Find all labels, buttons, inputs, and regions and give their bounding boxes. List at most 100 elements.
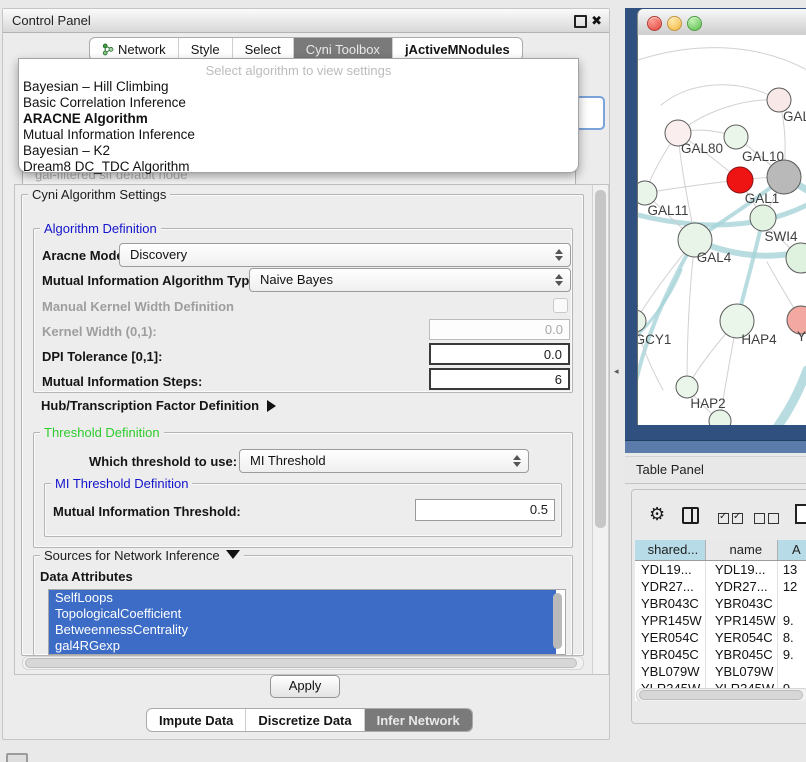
table-cell: 8. xyxy=(778,629,806,646)
close-panel-icon[interactable]: ✖ xyxy=(591,15,602,26)
table-cell: YDL19... xyxy=(635,561,706,578)
node-label-swi4: SWI4 xyxy=(764,229,797,244)
table-row[interactable]: YDR27...YDR27...12 xyxy=(635,578,806,595)
table-row[interactable]: YBR043CYBR043C xyxy=(635,595,806,612)
mi-steps-label: Mutual Information Steps: xyxy=(42,374,202,389)
mi-threshold-definition-title: MI Threshold Definition xyxy=(51,476,192,491)
table-cell: YBR045C xyxy=(635,646,706,663)
tab-style[interactable]: Style xyxy=(178,38,232,60)
close-window-icon[interactable] xyxy=(647,16,662,31)
mi-steps-field[interactable]: 6 xyxy=(429,368,570,390)
algorithm-combo-fragment[interactable] xyxy=(575,96,605,130)
which-threshold-label: Which threshold to use: xyxy=(89,454,237,469)
select-all-columns-icon[interactable] xyxy=(718,512,746,527)
network-window-titlebar[interactable] xyxy=(637,9,806,36)
table-cell: 9. xyxy=(778,612,806,629)
cyni-algorithm-settings-group: Cyni Algorithm Settings Algorithm Defini… xyxy=(21,194,584,656)
network-edge[interactable] xyxy=(759,370,806,425)
bottom-tab-bar: Impute DataDiscretize DataInfer Network xyxy=(146,708,473,732)
network-node[interactable] xyxy=(767,160,801,194)
aracne-mode-combo[interactable]: Discovery xyxy=(119,243,571,267)
mi-threshold-field[interactable]: 0.5 xyxy=(415,499,555,521)
expand-right-icon xyxy=(267,400,276,412)
table-row[interactable]: YBL079WYBL079W xyxy=(635,663,806,680)
kernel-width-field[interactable]: 0.0 xyxy=(429,319,570,340)
settings-horizontal-scrollbar-thumb[interactable] xyxy=(25,658,577,668)
apply-button[interactable]: Apply xyxy=(270,675,340,698)
which-threshold-combo[interactable]: MI Threshold xyxy=(239,449,529,473)
tab-infer-network[interactable]: Infer Network xyxy=(364,709,472,731)
node-label-gal1: GAL1 xyxy=(745,191,780,206)
network-node[interactable] xyxy=(709,410,731,425)
list-scrollbar-thumb[interactable] xyxy=(553,593,562,649)
network-node-hap2[interactable] xyxy=(676,376,698,398)
table-row[interactable]: YDL19...YDL19...13 xyxy=(635,561,806,578)
dpi-tolerance-field[interactable]: 0.0 xyxy=(429,343,570,365)
float-window-button[interactable] xyxy=(574,15,587,28)
collapse-down-icon[interactable] xyxy=(226,550,240,559)
column-header-name[interactable]: name xyxy=(706,540,778,560)
settings-horizontal-scrollbar[interactable] xyxy=(22,656,584,670)
algorithm-option-bayesian-hill-climbing[interactable]: Bayesian – Hill Climbing xyxy=(19,79,578,95)
algorithm-option-dream8-dc-tdc-algorithm[interactable]: Dream8 DC_TDC Algorithm xyxy=(19,159,578,175)
table-row[interactable]: YPR145WYPR145W9. xyxy=(635,612,806,629)
table-row[interactable]: YBR045CYBR045C9. xyxy=(635,646,806,663)
aracne-mode-value: Discovery xyxy=(130,247,187,262)
attribute-item-selfloops[interactable]: SelfLoops xyxy=(49,590,556,606)
table-cell xyxy=(778,595,806,612)
network-edge[interactable] xyxy=(687,240,695,387)
attribute-item-gal4rgexp[interactable]: gal4RGexp xyxy=(49,638,556,654)
table-header-row: shared...nameA xyxy=(635,540,806,561)
show-panel-chip[interactable] xyxy=(6,753,28,762)
table-cell: YBR043C xyxy=(635,595,706,612)
cyni-settings-group-title: Cyni Algorithm Settings xyxy=(28,187,170,202)
mi-type-label: Mutual Information Algorithm Type: xyxy=(42,273,261,288)
gear-icon[interactable]: ⚙ xyxy=(649,504,665,525)
algorithm-option-bayesian-k2[interactable]: Bayesian – K2 xyxy=(19,143,578,159)
network-node-gal1[interactable] xyxy=(750,205,776,231)
table-horizontal-scrollbar[interactable] xyxy=(636,688,806,701)
tab-jactivemnodules[interactable]: jActiveMNodules xyxy=(392,38,522,60)
table-cell xyxy=(778,663,806,680)
attribute-item-topologicalcoefficient[interactable]: TopologicalCoefficient xyxy=(49,606,556,622)
algorithm-option-mutual-information-inference[interactable]: Mutual Information Inference xyxy=(19,127,578,143)
attribute-item-betweennesscentrality[interactable]: BetweennessCentrality xyxy=(49,622,556,638)
tab-label: Cyni Toolbox xyxy=(306,42,380,57)
dropdown-items: Bayesian – Hill ClimbingBasic Correlatio… xyxy=(19,79,578,175)
table-horizontal-scrollbar-thumb[interactable] xyxy=(639,690,803,700)
algorithm-option-aracne-algorithm[interactable]: ARACNE Algorithm xyxy=(19,111,578,127)
tab-label: jActiveMNodules xyxy=(405,42,510,57)
tab-discretize-data[interactable]: Discretize Data xyxy=(245,709,363,731)
minimize-window-icon[interactable] xyxy=(667,16,682,31)
network-canvas[interactable]: GALGAL80GAL10GAL11GAL1SWI4GAL4GCY1HAP4YH… xyxy=(637,35,806,425)
network-node-gal11[interactable] xyxy=(638,181,657,205)
network-edge[interactable] xyxy=(645,180,740,193)
manual-kernel-checkbox[interactable] xyxy=(553,298,568,313)
export-table-icon[interactable] xyxy=(795,504,806,524)
tab-select[interactable]: Select xyxy=(232,38,293,60)
network-edge[interactable] xyxy=(661,85,779,105)
zoom-window-icon[interactable] xyxy=(687,16,702,31)
control-panel-titlebar: Control Panel ✖ xyxy=(3,9,609,33)
table-row[interactable]: YER054CYER054C8. xyxy=(635,629,806,646)
algorithm-option-basic-correlation-inference[interactable]: Basic Correlation Inference xyxy=(19,95,578,111)
settings-scroll-pane: Cyni Algorithm Settings Algorithm Defini… xyxy=(14,184,610,675)
which-threshold-value: MI Threshold xyxy=(250,453,326,468)
network-node[interactable] xyxy=(727,167,753,193)
tab-impute-data[interactable]: Impute Data xyxy=(147,709,245,731)
settings-vertical-scrollbar[interactable] xyxy=(592,185,609,674)
mi-type-combo[interactable]: Naive Bayes xyxy=(249,268,571,292)
tab-network[interactable]: Network xyxy=(90,38,178,60)
panel-splitter-handle[interactable]: ◂ xyxy=(614,366,619,377)
split-columns-icon[interactable] xyxy=(682,507,699,524)
hub-definition-expander[interactable]: Hub/Transcription Factor Definition xyxy=(41,398,276,413)
network-node-gal10[interactable] xyxy=(724,125,748,149)
column-header-shared[interactable]: shared... xyxy=(635,540,706,560)
settings-vertical-scrollbar-thumb[interactable] xyxy=(595,190,606,528)
network-edge[interactable] xyxy=(638,48,806,70)
table-cell: YPR145W xyxy=(706,612,778,629)
column-header-a[interactable]: A xyxy=(778,540,806,560)
deselect-all-columns-icon[interactable] xyxy=(754,512,782,527)
tab-cyni-toolbox[interactable]: Cyni Toolbox xyxy=(293,38,392,60)
mi-threshold-definition-group: MI Threshold Definition Mutual Informati… xyxy=(44,483,562,537)
